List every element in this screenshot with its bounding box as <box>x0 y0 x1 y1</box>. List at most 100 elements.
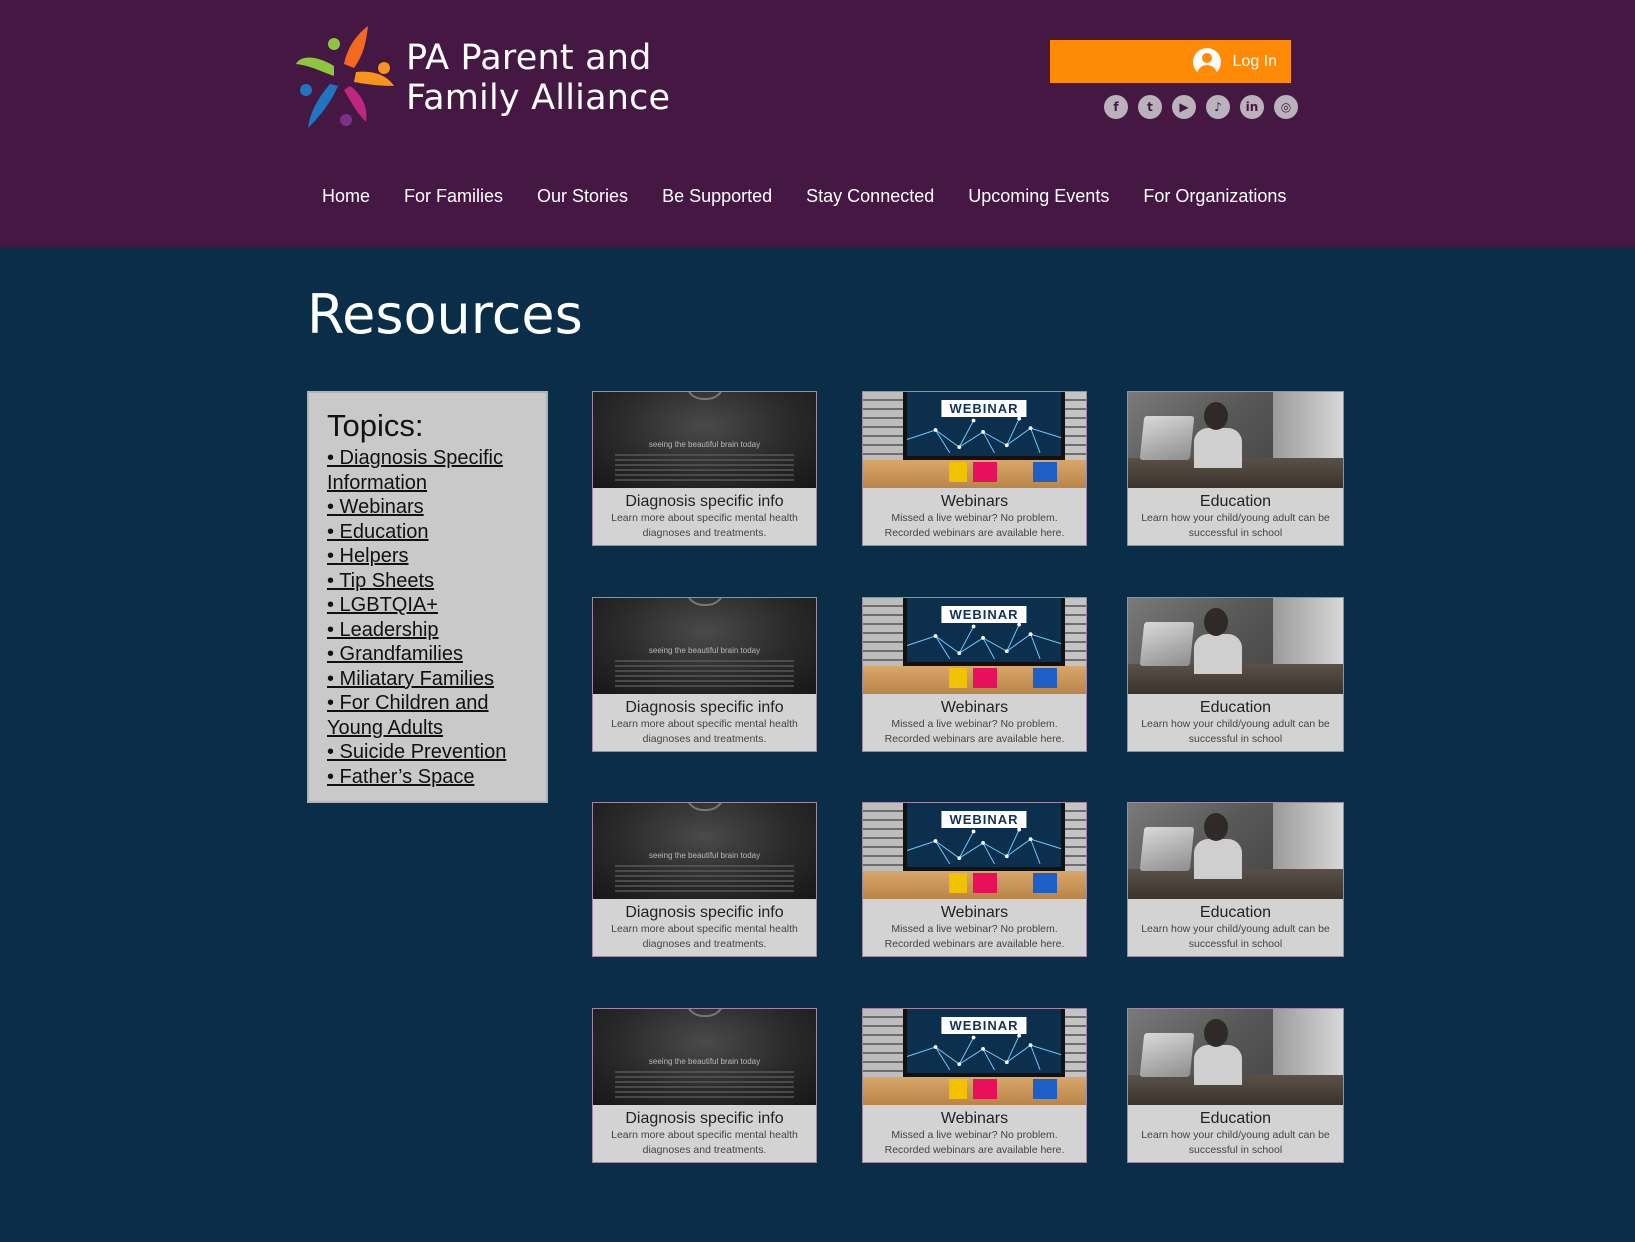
card-caption: Education Learn how your child/young adu… <box>1128 694 1343 751</box>
topic-link-grandfamilies[interactable]: • Grandfamilies <box>327 643 463 665</box>
brain-image-body-text <box>615 454 794 484</box>
diagnosis-card[interactable]: seeing the beautiful brain today Diagnos… <box>592 391 817 546</box>
topic-link-military-families[interactable]: • Miliatary Families <box>327 668 494 690</box>
topic-item: • Miliatary Families <box>327 667 528 692</box>
education-card[interactable]: Education Learn how your child/young adu… <box>1127 802 1344 957</box>
webinar-image: WEBINAR <box>863 803 1086 899</box>
webinars-card[interactable]: WEBINAR Webinars Missed a live webinar? … <box>862 597 1087 752</box>
topic-item: • LGBTQIA+ <box>327 593 528 618</box>
monitor-screen: WEBINAR <box>903 803 1065 871</box>
student-figure <box>1194 428 1242 468</box>
brain-image-caption: seeing the beautiful brain today <box>648 1057 761 1066</box>
linkedin-icon[interactable]: in <box>1240 95 1264 119</box>
education-card[interactable]: Education Learn how your child/young adu… <box>1127 391 1344 546</box>
topic-item: • Helpers <box>327 544 528 569</box>
card-description: Learn how your child/young adult can be … <box>1141 1129 1330 1156</box>
site-logo[interactable]: PA Parent and Family Alliance <box>294 24 674 134</box>
webinar-image: WEBINAR <box>863 598 1086 694</box>
card-caption: Diagnosis specific info Learn more about… <box>593 1105 816 1162</box>
facebook-icon[interactable]: f <box>1104 95 1128 119</box>
webinars-card[interactable]: WEBINAR Webinars Missed a live webinar? … <box>862 802 1087 957</box>
nav-be-supported[interactable]: Be Supported <box>645 186 789 207</box>
card-caption: Diagnosis specific info Learn more about… <box>593 488 816 545</box>
sticky-note-blue <box>1033 462 1057 482</box>
topic-link-fathers-space[interactable]: • Father’s Space <box>327 766 474 788</box>
topic-link-leadership[interactable]: • Leadership <box>327 619 439 641</box>
laptop-icon <box>1139 827 1195 871</box>
nav-our-stories[interactable]: Our Stories <box>520 186 645 207</box>
diagnosis-card[interactable]: seeing the beautiful brain today Diagnos… <box>592 802 817 957</box>
nav-for-organizations[interactable]: For Organizations <box>1126 186 1303 207</box>
card-title: Education <box>1199 1110 1272 1127</box>
webinar-image: WEBINAR <box>863 392 1086 488</box>
card-caption: Diagnosis specific info Learn more about… <box>593 899 816 956</box>
student-laptop-image <box>1128 803 1343 899</box>
youtube-icon[interactable]: ▶ <box>1172 95 1196 119</box>
logo-wordmark: PA Parent and Family Alliance <box>406 38 670 118</box>
card-title: Diagnosis specific info <box>625 699 784 716</box>
topics-list: • Diagnosis Specific Information • Webin… <box>327 446 528 789</box>
topic-link-diagnosis[interactable]: • Diagnosis Specific Information <box>327 447 503 494</box>
webinars-card[interactable]: WEBINAR Webinars Missed a live webinar? … <box>862 1008 1087 1163</box>
topic-link-tip-sheets[interactable]: • Tip Sheets <box>327 570 434 592</box>
topic-item: • Leadership <box>327 618 528 643</box>
nav-upcoming-events[interactable]: Upcoming Events <box>951 186 1126 207</box>
topic-link-webinars[interactable]: • Webinars <box>327 496 424 518</box>
card-title: Webinars <box>940 493 1009 510</box>
card-caption: Diagnosis specific info Learn more about… <box>593 694 816 751</box>
topic-item: • Father’s Space <box>327 765 528 790</box>
diagnosis-card[interactable]: seeing the beautiful brain today Diagnos… <box>592 597 817 752</box>
topics-panel: Topics: • Diagnosis Specific Information… <box>307 391 548 803</box>
card-title: Diagnosis specific info <box>625 1110 784 1127</box>
sticky-note-pink <box>973 873 997 893</box>
card-description: Learn more about specific mental health … <box>611 923 798 950</box>
education-card[interactable]: Education Learn how your child/young adu… <box>1127 1008 1344 1163</box>
topic-item: • Diagnosis Specific Information <box>327 446 528 495</box>
nav-home[interactable]: Home <box>305 186 387 207</box>
topic-link-suicide-prevention[interactable]: • Suicide Prevention <box>327 741 506 763</box>
topic-item: • Webinars <box>327 495 528 520</box>
card-caption: Education Learn how your child/young adu… <box>1128 899 1343 956</box>
login-button[interactable]: Log In <box>1192 46 1277 77</box>
instagram-icon[interactable]: ◎ <box>1274 95 1298 119</box>
education-card[interactable]: Education Learn how your child/young adu… <box>1127 597 1344 752</box>
sticky-note-blue <box>1033 1079 1057 1099</box>
card-description: Learn more about specific mental health … <box>611 718 798 745</box>
sticky-note-pink <box>973 1079 997 1099</box>
brain-image-caption: seeing the beautiful brain today <box>648 440 761 449</box>
logo-line-2: Family Alliance <box>406 78 671 118</box>
card-title: Education <box>1199 904 1272 921</box>
topic-link-children-young-adults[interactable]: • For Children and Young Adults <box>327 692 489 739</box>
topic-link-lgbtqia[interactable]: • LGBTQIA+ <box>327 594 438 616</box>
card-title: Diagnosis specific info <box>625 493 784 510</box>
monitor-screen: WEBINAR <box>903 598 1065 666</box>
alliance-logo-icon <box>296 26 394 128</box>
sticky-note-yellow <box>949 668 967 688</box>
card-title: Webinars <box>940 904 1009 921</box>
card-caption: Education Learn how your child/young adu… <box>1128 1105 1343 1162</box>
brain-image: seeing the beautiful brain today <box>593 803 816 899</box>
tiktok-icon[interactable]: ♪ <box>1206 95 1230 119</box>
twitter-icon[interactable]: t <box>1138 95 1162 119</box>
monitor-screen: WEBINAR <box>903 392 1065 460</box>
login-bar: Log In <box>1050 40 1291 83</box>
card-title: Webinars <box>940 1110 1009 1127</box>
topic-item: • For Children and Young Adults <box>327 691 528 740</box>
nav-for-families[interactable]: For Families <box>387 186 520 207</box>
webinars-card[interactable]: WEBINAR Webinars Missed a live webinar? … <box>862 391 1087 546</box>
topic-link-education[interactable]: • Education <box>327 521 429 543</box>
topic-item: • Grandfamilies <box>327 642 528 667</box>
card-description: Learn more about specific mental health … <box>611 1129 798 1156</box>
diagnosis-card[interactable]: seeing the beautiful brain today Diagnos… <box>592 1008 817 1163</box>
sticky-note-yellow <box>949 462 967 482</box>
nav-stay-connected[interactable]: Stay Connected <box>789 186 951 207</box>
card-description: Missed a live webinar? No problem. Recor… <box>884 718 1065 745</box>
card-title: Education <box>1199 493 1272 510</box>
webinar-image-label: WEBINAR <box>941 606 1027 623</box>
card-description: Missed a live webinar? No problem. Recor… <box>884 1129 1065 1156</box>
student-head <box>1204 402 1228 430</box>
topic-link-helpers[interactable]: • Helpers <box>327 545 408 567</box>
card-title: Education <box>1199 699 1272 716</box>
brain-arc-shape <box>684 1009 725 1017</box>
webinar-image-label: WEBINAR <box>941 811 1027 828</box>
